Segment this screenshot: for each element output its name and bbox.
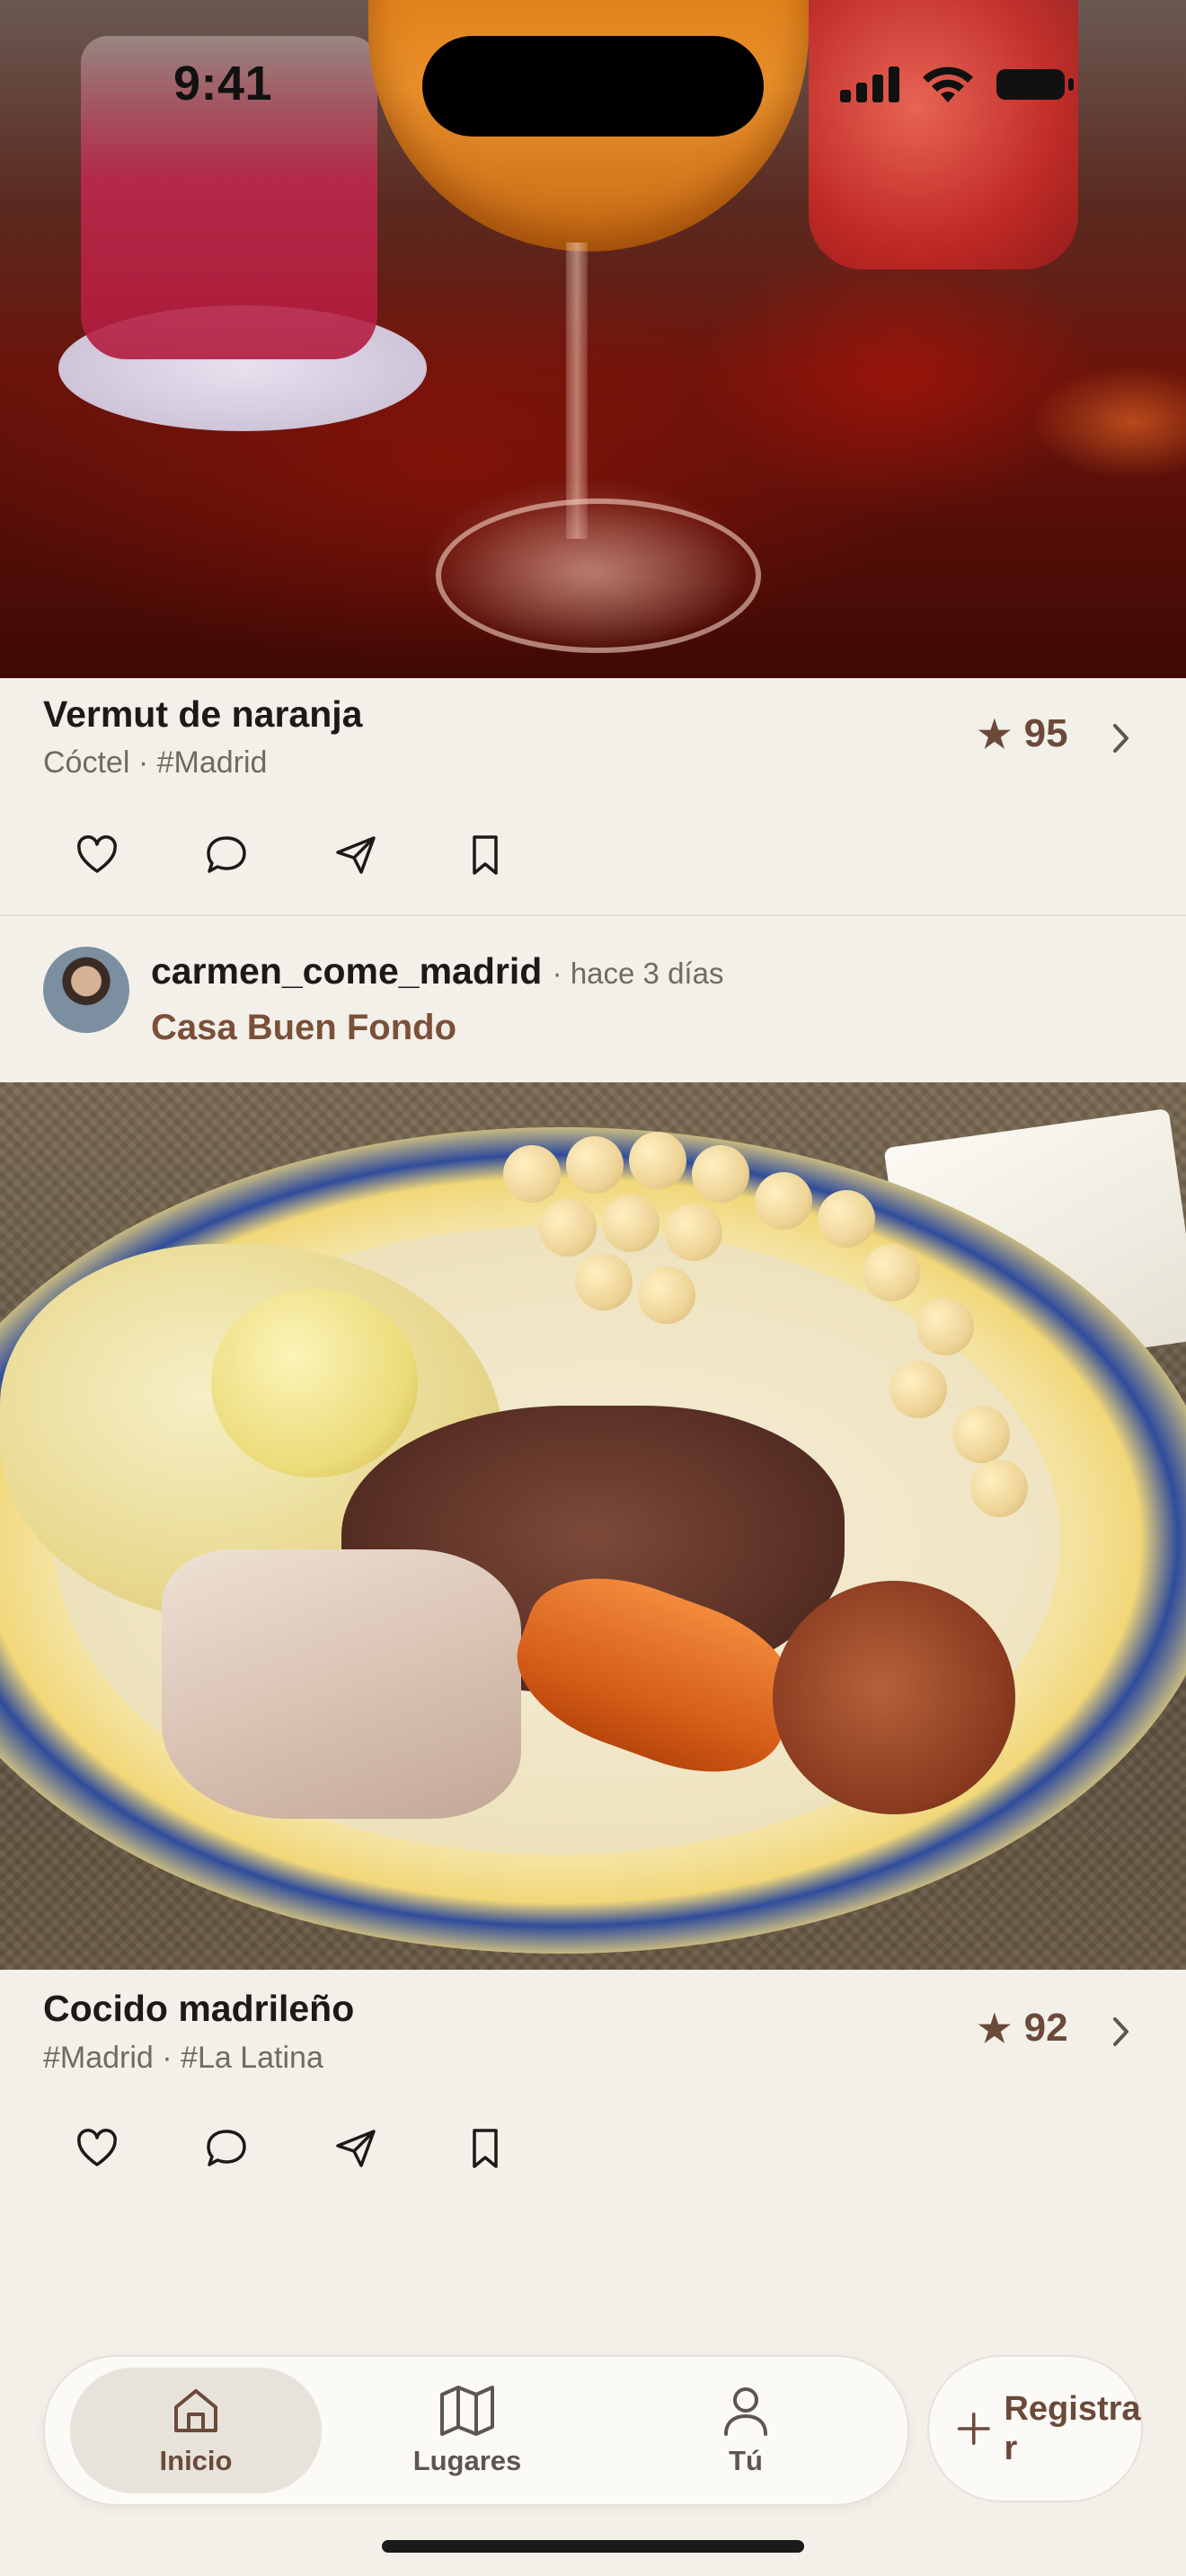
like-button[interactable]: [72, 830, 122, 880]
chorizo: [773, 1581, 1015, 1814]
tab-label: Inicio: [159, 2445, 233, 2476]
home-icon: [174, 2389, 217, 2432]
chickpea: [629, 1132, 686, 1189]
comment-icon: [207, 2130, 246, 2166]
person-icon: [724, 2387, 767, 2436]
chickpea: [602, 1195, 659, 1252]
chickpea: [539, 1199, 597, 1257]
bookmark-icon: [473, 835, 498, 875]
register-button[interactable]: Registrar: [927, 2355, 1143, 2502]
post-photo-cocido[interactable]: [0, 1082, 1186, 1970]
star-icon: ★: [978, 2007, 1012, 2050]
post-divider: [0, 914, 1186, 916]
post-actions: [72, 830, 510, 880]
post-title[interactable]: Cocido madrileño: [43, 1988, 354, 2030]
share-button[interactable]: [331, 2123, 381, 2174]
post-subtitle: #Madrid · #La Latina: [43, 2041, 323, 2075]
heart-icon: [77, 2129, 117, 2166]
save-button[interactable]: [460, 830, 510, 880]
author-username[interactable]: carmen_come_madrid: [151, 950, 542, 992]
chickpea: [890, 1361, 947, 1418]
chickpea: [863, 1244, 920, 1301]
chickpea: [566, 1136, 624, 1194]
tab-inicio[interactable]: Inicio: [70, 2368, 322, 2493]
send-icon: [336, 836, 376, 874]
tab-label: Lugares: [412, 2445, 522, 2476]
post-subtitle: Cóctel · #Madrid: [43, 745, 268, 780]
chickpea: [970, 1460, 1028, 1517]
status-time: 9:41: [173, 57, 273, 110]
wifi-icon: [923, 66, 973, 102]
share-button[interactable]: [331, 830, 381, 880]
chickpea: [665, 1204, 722, 1261]
star-icon: ★: [978, 712, 1012, 755]
like-button[interactable]: [72, 2123, 122, 2174]
post-actions: [72, 2123, 510, 2174]
tab-label: Tú: [729, 2445, 763, 2476]
chevron-right-icon[interactable]: [1107, 719, 1134, 758]
plus-icon: [957, 2413, 990, 2445]
dynamic-island: [422, 36, 764, 137]
tab-lugares[interactable]: Lugares: [350, 2368, 584, 2493]
chickpea: [503, 1145, 561, 1203]
post-title[interactable]: Vermut de naranja: [43, 693, 362, 736]
battery-icon: [996, 69, 1074, 100]
chickpea: [692, 1145, 749, 1203]
potato: [211, 1289, 418, 1478]
bookmark-icon: [473, 2129, 498, 2168]
chickpea: [952, 1406, 1010, 1463]
chickpea: [575, 1253, 633, 1310]
cellular-signal-icon: [840, 66, 899, 102]
post-time: · hace 3 días: [552, 957, 724, 990]
save-button[interactable]: [460, 2123, 510, 2174]
rating-value: 92: [1023, 2006, 1068, 2050]
heart-icon: [77, 835, 117, 873]
place-link[interactable]: Casa Buen Fondo: [151, 1008, 456, 1048]
comment-button[interactable]: [201, 830, 252, 880]
tab-bar: Inicio Lugares Tú: [43, 2355, 909, 2506]
rating[interactable]: ★ 92: [978, 2006, 1068, 2051]
chickpea: [638, 1266, 695, 1324]
tab-tu[interactable]: Tú: [629, 2368, 863, 2493]
background-jar: [809, 0, 1078, 269]
cocktail-glass-base: [436, 498, 761, 653]
author-row: carmen_come_madrid · hace 3 días: [151, 950, 723, 992]
home-indicator[interactable]: [382, 2540, 804, 2553]
map-icon: [440, 2386, 494, 2436]
comment-icon: [207, 836, 246, 873]
pork-belly: [162, 1549, 521, 1819]
cocktail-glass-stem: [566, 243, 588, 539]
status-icons: [840, 63, 1075, 106]
send-icon: [336, 2130, 376, 2167]
chickpea: [755, 1172, 812, 1230]
avatar[interactable]: [43, 947, 129, 1033]
rating-value: 95: [1023, 711, 1068, 755]
chickpea: [818, 1190, 875, 1248]
chevron-right-icon[interactable]: [1107, 2012, 1134, 2051]
rating[interactable]: ★ 95: [978, 711, 1068, 756]
register-label: Registrar: [1004, 2390, 1141, 2467]
comment-button[interactable]: [201, 2123, 252, 2174]
chickpea: [916, 1298, 974, 1355]
